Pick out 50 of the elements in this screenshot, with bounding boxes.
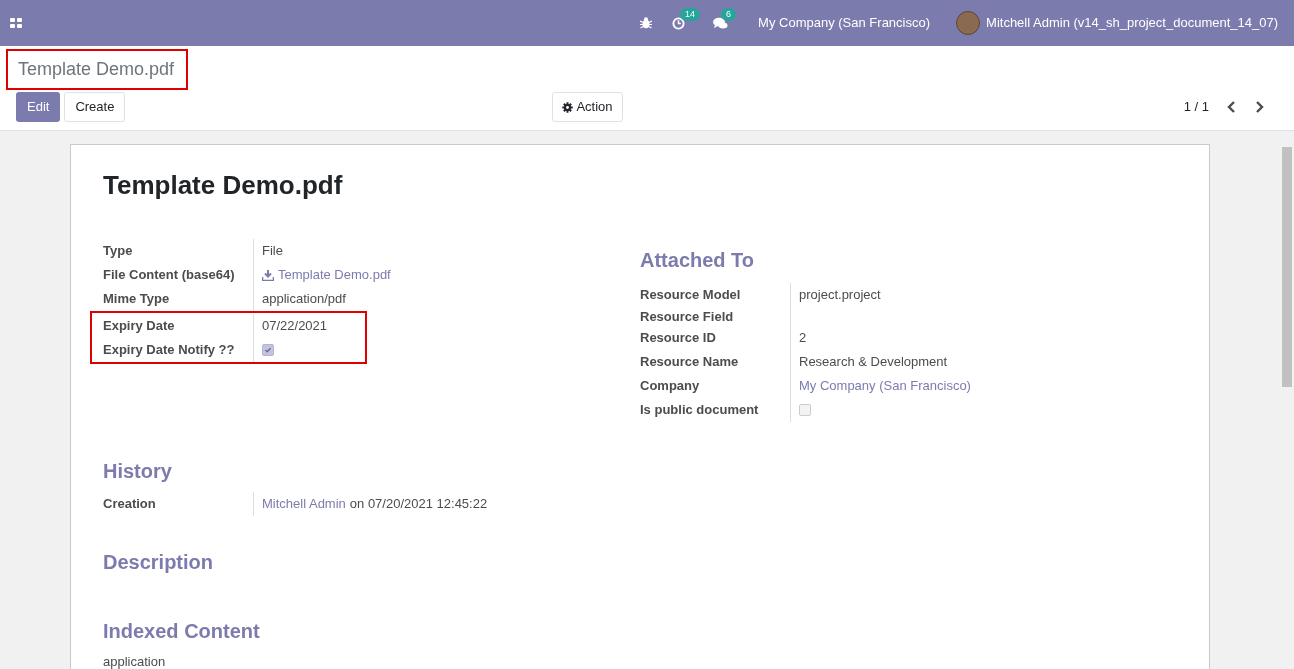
section-heading: History bbox=[103, 459, 173, 484]
user-avatar[interactable] bbox=[956, 11, 981, 35]
field-label: Resource Model bbox=[640, 286, 742, 305]
message-count-badge: 6 bbox=[721, 7, 737, 21]
apps-menu-icon[interactable] bbox=[10, 18, 22, 28]
checkmark-icon bbox=[263, 345, 273, 355]
create-button[interactable]: Create bbox=[64, 92, 126, 122]
field-label: Creation bbox=[103, 495, 157, 514]
field-label: Is public document bbox=[640, 401, 760, 420]
field-label: Resource Field bbox=[640, 307, 735, 326]
chat-icon[interactable] bbox=[713, 16, 729, 30]
field-label: Company bbox=[640, 377, 701, 396]
action-button[interactable]: Action bbox=[552, 92, 623, 122]
field-value: Research & Development bbox=[799, 353, 948, 372]
field-label: Mime Type bbox=[103, 290, 171, 309]
user-link[interactable]: Mitchell Admin bbox=[262, 494, 346, 514]
breadcrumb-title: Template Demo.pdf bbox=[6, 49, 188, 90]
user-menu[interactable]: Mitchell Admin (v14_sh_project_document_14_07) bbox=[986, 13, 1278, 33]
file-download-link[interactable]: Template Demo.pdf bbox=[262, 265, 391, 285]
field-value: project.project bbox=[799, 286, 881, 305]
previous-icon[interactable] bbox=[1227, 101, 1236, 113]
activity-count-badge: 14 bbox=[680, 7, 701, 21]
section-heading: Attached To bbox=[640, 248, 756, 273]
section-heading: Description bbox=[103, 550, 215, 575]
field-label: Expiry Date Notify ?? bbox=[103, 341, 236, 360]
edit-button[interactable]: Edit bbox=[16, 92, 61, 122]
checkbox[interactable] bbox=[262, 344, 274, 356]
field-value: 07/22/2021 bbox=[262, 317, 328, 336]
bug-icon[interactable] bbox=[640, 17, 653, 29]
download-icon bbox=[262, 269, 274, 281]
field-label: Type bbox=[103, 242, 134, 261]
company-switcher[interactable]: My Company (San Francisco) bbox=[758, 13, 931, 33]
clock-icon[interactable] bbox=[672, 16, 686, 30]
field-label: Expiry Date bbox=[103, 317, 176, 336]
field-label: Resource ID bbox=[640, 329, 717, 348]
field-value: on 07/20/2021 12:45:22 bbox=[349, 495, 488, 514]
field-value: 2 bbox=[799, 329, 807, 348]
field-link[interactable]: My Company (San Francisco) bbox=[799, 376, 971, 396]
next-icon[interactable] bbox=[1255, 101, 1264, 113]
indexed-content-text: application bbox=[103, 653, 167, 669]
checkbox[interactable] bbox=[799, 404, 811, 416]
section-heading: Indexed Content bbox=[103, 619, 261, 644]
record-title: Template Demo.pdf bbox=[103, 169, 344, 201]
field-label: File Content (base64) bbox=[103, 266, 236, 285]
field-label: Resource Name bbox=[640, 353, 740, 372]
field-value: application/pdf bbox=[262, 290, 346, 309]
gear-icon bbox=[562, 101, 574, 113]
pager-value: 1 / 1 bbox=[1183, 98, 1209, 117]
field-value: File bbox=[262, 242, 283, 261]
scrollbar-thumb[interactable] bbox=[1282, 147, 1292, 387]
